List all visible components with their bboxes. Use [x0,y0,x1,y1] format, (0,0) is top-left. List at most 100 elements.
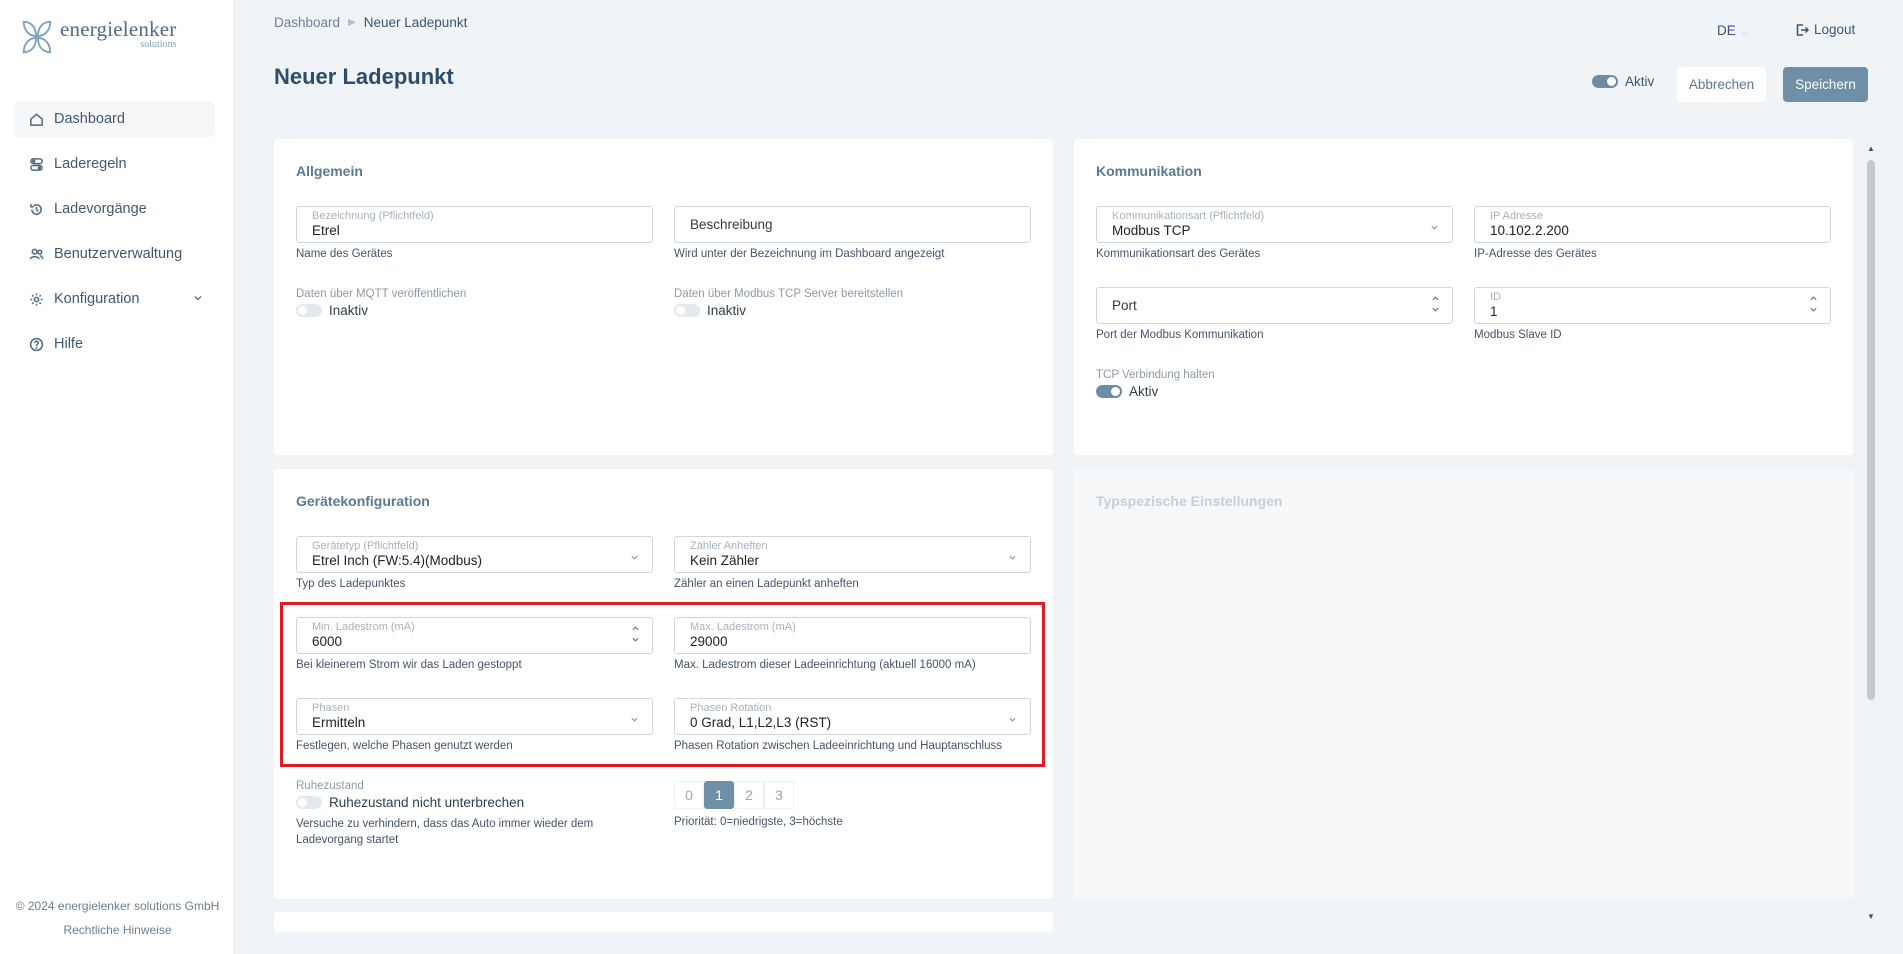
highlight-box [280,602,1045,767]
field-label: IP Adresse [1490,210,1543,222]
chevron-down-icon[interactable] [1431,305,1440,314]
ruhezustand-switch-block: Ruhezustand Ruhezustand nicht unterbrech… [296,780,636,848]
ruhezustand-toggle[interactable] [296,796,322,809]
chevron-up-icon[interactable] [1809,294,1818,303]
card-title: Gerätekonfiguration [296,493,430,509]
sidebar-item-laderegeln[interactable]: Laderegeln [14,146,215,182]
logo-icon [22,20,52,54]
field-value: Etrel [312,223,340,238]
chevron-down-icon [1008,550,1016,560]
ip-input[interactable]: IP Adresse 10.102.2.200 [1474,206,1831,243]
active-toggle[interactable]: Aktiv [1592,74,1654,89]
field-help: Name des Gerätes [296,248,393,260]
priority-option-1[interactable]: 1 [704,781,734,809]
kommunikationsart-select[interactable]: Kommunikationsart (Pflichtfeld) Modbus T… [1096,206,1453,243]
scroll-down-icon[interactable]: ▼ [1867,912,1875,921]
save-button[interactable]: Speichern [1783,67,1868,102]
geraetetyp-select[interactable]: Gerätetyp (Pflichtfeld) Etrel Inch (FW:5… [296,536,653,573]
brand-logo[interactable]: energielenker solutions [18,18,176,56]
card-kommunikation: Kommunikation Kommunikationsart (Pflicht… [1074,139,1853,455]
sidebar-item-label: Ladevorgänge [54,201,147,217]
users-icon [28,246,44,262]
field-help: Port der Modbus Kommunikation [1096,329,1264,341]
cancel-button[interactable]: Abbrechen [1677,67,1766,102]
card-title: Kommunikation [1096,163,1202,179]
tcp-toggle[interactable] [1096,385,1122,398]
field-placeholder: Port [1112,298,1137,313]
active-switch[interactable] [1592,75,1618,88]
sidebar-item-label: Konfiguration [54,291,140,307]
beschreibung-field: Beschreibung Wird unter der Bezeichnung … [674,206,1031,260]
switch-state: Ruhezustand nicht unterbrechen [329,795,525,810]
priority-option-0[interactable]: 0 [674,781,704,809]
chevron-down-icon: ⌵ [1740,27,1749,38]
ip-field: IP Adresse 10.102.2.200 IP-Adresse des G… [1474,206,1831,260]
bezeichnung-input[interactable]: Bezeichnung (Pflichtfeld) Etrel [296,206,653,243]
breadcrumb-dashboard[interactable]: Dashboard [274,15,340,30]
brand-name: energielenker [60,17,177,41]
scroll-up-icon[interactable]: ▲ [1867,144,1875,153]
beschreibung-input[interactable]: Beschreibung [674,206,1031,243]
field-value: Modbus TCP [1112,223,1191,238]
sidebar-item-dashboard[interactable]: Dashboard [14,101,215,137]
card-title: Typspezische Einstellungen [1096,493,1283,509]
logout-icon [1796,23,1809,36]
field-value: 10.102.2.200 [1490,223,1569,238]
logout-button[interactable]: Logout [1795,22,1855,37]
field-value: Kein Zähler [690,553,760,568]
mqtt-toggle[interactable] [296,304,322,317]
field-label: Kommunikationsart (Pflichtfeld) [1112,210,1265,222]
sidebar: energielenker solutions Dashboard Ladere… [0,0,235,954]
port-input[interactable]: Port [1096,287,1453,324]
breadcrumb-current: Neuer Ladepunkt [363,15,468,30]
card-next [274,912,1053,932]
history-icon [28,201,44,217]
chevron-down-icon[interactable] [1809,305,1818,314]
home-icon [28,111,44,127]
slave-id-stepper[interactable] [1809,293,1818,315]
scrollbar[interactable]: ▲ ▼ [1864,140,1878,927]
priority-selector: 0 1 2 3 [674,781,794,809]
field-help: IP-Adresse des Gerätes [1474,248,1597,260]
priority-option-3[interactable]: 3 [764,781,794,809]
sidebar-item-label: Benutzerverwaltung [54,246,183,262]
priority-option-2[interactable]: 2 [734,781,764,809]
sidebar-item-ladevorgaenge[interactable]: Ladevorgänge [14,191,215,227]
zaehler-select[interactable]: Zähler Anheften Kein Zähler [674,536,1031,573]
rules-icon [28,156,44,172]
language-select[interactable]: DE ⌵ [1717,23,1748,38]
sidebar-item-hilfe[interactable]: Hilfe [14,326,215,362]
sidebar-item-label: Laderegeln [54,156,127,172]
field-help: Kommunikationsart des Gerätes [1096,248,1261,260]
switch-state: Aktiv [1129,384,1159,399]
field-help: Wird unter der Bezeichnung im Dashboard … [674,248,945,260]
switch-label: Ruhezustand [296,780,364,792]
field-value: Etrel Inch (FW:5.4)(Modbus) [312,553,483,568]
chevron-down-icon [193,291,203,307]
field-label: Bezeichnung (Pflichtfeld) [312,210,434,222]
breadcrumb: Dashboard ▶ Neuer Ladepunkt [274,15,467,30]
priority-help: Priorität: 0=niedrigste, 3=höchste [674,816,843,828]
switch-state: Inaktiv [329,303,369,318]
port-stepper[interactable] [1431,293,1440,315]
field-help: Typ des Ladepunktes [296,578,406,590]
slave-id-input[interactable]: ID 1 [1474,287,1831,324]
field-label: Gerätetyp (Pflichtfeld) [312,540,419,552]
mqtt-switch-block: Daten über MQTT veröffentlichen Inaktiv [296,288,466,318]
switch-help: Versuche zu verhindern, dass das Auto im… [296,818,594,846]
switch-label: TCP Verbindung halten [1096,369,1215,381]
footer-legal-link[interactable]: Rechtliche Hinweise [0,923,235,937]
modbus-server-toggle[interactable] [674,304,700,317]
gear-icon [28,291,44,307]
switch-label: Daten über Modbus TCP Server bereitstell… [674,288,904,300]
sidebar-item-konfiguration[interactable]: Konfiguration [14,281,215,317]
page-title: Neuer Ladepunkt [274,64,454,89]
field-help: Modbus Slave ID [1474,329,1562,341]
footer-copyright: © 2024 energielenker solutions GmbH [15,899,220,913]
scrollbar-thumb[interactable] [1867,160,1875,700]
switch-state: Inaktiv [707,303,747,318]
chevron-up-icon[interactable] [1431,294,1440,303]
sidebar-item-benutzerverwaltung[interactable]: Benutzerverwaltung [14,236,215,272]
card-typspezifisch: Typspezische Einstellungen [1074,469,1853,899]
card-title: Allgemein [296,163,363,179]
